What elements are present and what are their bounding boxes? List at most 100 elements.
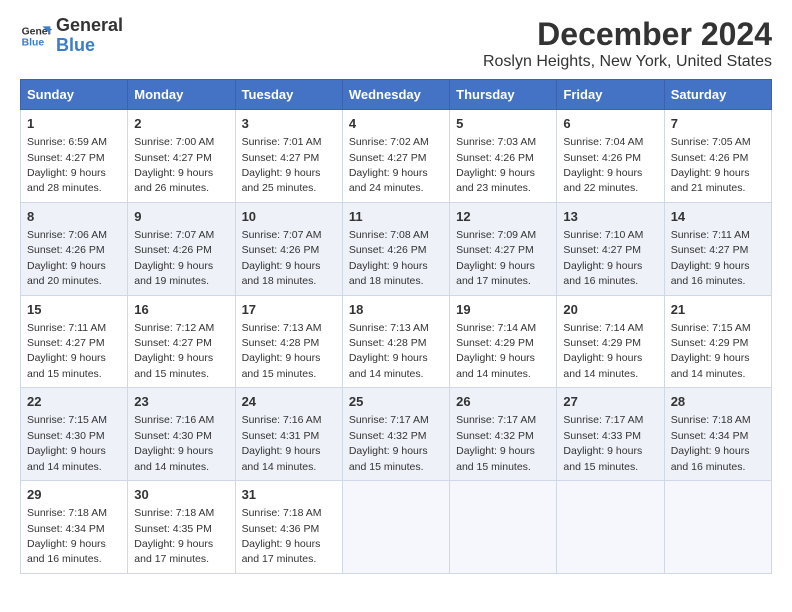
day-number: 1 [27, 115, 121, 133]
calendar-cell: 25 Sunrise: 7:17 AMSunset: 4:32 PMDayligh… [342, 388, 449, 481]
calendar-cell: 18 Sunrise: 7:13 AMSunset: 4:28 PMDayligh… [342, 295, 449, 388]
calendar-cell: 2 Sunrise: 7:00 AMSunset: 4:27 PMDaylight… [128, 110, 235, 203]
day-info: Sunrise: 7:17 AMSunset: 4:32 PMDaylight:… [349, 414, 429, 472]
header: General Blue General Blue December 2024 … [20, 16, 772, 71]
day-number: 26 [456, 393, 550, 411]
logo-icon: General Blue [20, 20, 52, 52]
day-info: Sunrise: 7:06 AMSunset: 4:26 PMDaylight:… [27, 229, 107, 287]
day-number: 22 [27, 393, 121, 411]
calendar-cell [557, 481, 664, 574]
day-info: Sunrise: 7:03 AMSunset: 4:26 PMDaylight:… [456, 136, 536, 194]
day-number: 2 [134, 115, 228, 133]
day-info: Sunrise: 7:13 AMSunset: 4:28 PMDaylight:… [242, 322, 322, 380]
calendar-cell [342, 481, 449, 574]
day-info: Sunrise: 7:17 AMSunset: 4:32 PMDaylight:… [456, 414, 536, 472]
calendar-table: SundayMondayTuesdayWednesdayThursdayFrid… [20, 79, 772, 574]
calendar-cell: 30Sunrise: 7:18 AMSunset: 4:35 PMDayligh… [128, 481, 235, 574]
day-number: 23 [134, 393, 228, 411]
calendar-cell: 13Sunrise: 7:10 AMSunset: 4:27 PMDayligh… [557, 202, 664, 295]
header-day-friday: Friday [557, 80, 664, 110]
day-info: Sunrise: 7:16 AMSunset: 4:30 PMDaylight:… [134, 414, 214, 472]
calendar-cell [664, 481, 771, 574]
day-number: 7 [671, 115, 765, 133]
day-number: 16 [134, 301, 228, 319]
calendar-cell: 12 Sunrise: 7:09 AMSunset: 4:27 PMDayligh… [450, 202, 557, 295]
calendar-cell: 29 Sunrise: 7:18 AMSunset: 4:34 PMDayligh… [21, 481, 128, 574]
day-info: Sunrise: 7:15 AMSunset: 4:29 PMDaylight:… [671, 322, 751, 380]
header-row: SundayMondayTuesdayWednesdayThursdayFrid… [21, 80, 772, 110]
calendar-cell: 27 Sunrise: 7:17 AMSunset: 4:33 PMDayligh… [557, 388, 664, 481]
day-info: Sunrise: 7:05 AMSunset: 4:26 PMDaylight:… [671, 136, 751, 194]
day-number: 8 [27, 208, 121, 226]
calendar-cell: 20Sunrise: 7:14 AMSunset: 4:29 PMDayligh… [557, 295, 664, 388]
week-row-1: 1 Sunrise: 6:59 AMSunset: 4:27 PMDaylight… [21, 110, 772, 203]
day-info: Sunrise: 7:18 AMSunset: 4:34 PMDaylight:… [671, 414, 751, 472]
day-number: 27 [563, 393, 657, 411]
calendar-cell [450, 481, 557, 574]
day-number: 11 [349, 208, 443, 226]
day-info: Sunrise: 7:14 AMSunset: 4:29 PMDaylight:… [456, 322, 536, 380]
calendar-cell: 26 Sunrise: 7:17 AMSunset: 4:32 PMDayligh… [450, 388, 557, 481]
calendar-cell: 11Sunrise: 7:08 AMSunset: 4:26 PMDayligh… [342, 202, 449, 295]
day-info: Sunrise: 7:14 AMSunset: 4:29 PMDaylight:… [563, 322, 643, 380]
calendar-cell: 31 Sunrise: 7:18 AMSunset: 4:36 PMDayligh… [235, 481, 342, 574]
calendar-cell: 23 Sunrise: 7:16 AMSunset: 4:30 PMDayligh… [128, 388, 235, 481]
week-row-3: 15 Sunrise: 7:11 AMSunset: 4:27 PMDayligh… [21, 295, 772, 388]
day-info: Sunrise: 6:59 AMSunset: 4:27 PMDaylight:… [27, 136, 107, 194]
day-info: Sunrise: 7:18 AMSunset: 4:34 PMDaylight:… [27, 507, 107, 565]
logo: General Blue General Blue [20, 16, 123, 56]
calendar-cell: 3Sunrise: 7:01 AMSunset: 4:27 PMDaylight… [235, 110, 342, 203]
day-info: Sunrise: 7:12 AMSunset: 4:27 PMDaylight:… [134, 322, 214, 380]
day-info: Sunrise: 7:07 AMSunset: 4:26 PMDaylight:… [242, 229, 322, 287]
day-number: 14 [671, 208, 765, 226]
calendar-cell: 4 Sunrise: 7:02 AMSunset: 4:27 PMDaylight… [342, 110, 449, 203]
header-day-thursday: Thursday [450, 80, 557, 110]
day-number: 17 [242, 301, 336, 319]
day-number: 19 [456, 301, 550, 319]
header-day-monday: Monday [128, 80, 235, 110]
day-info: Sunrise: 7:13 AMSunset: 4:28 PMDaylight:… [349, 322, 429, 380]
week-row-5: 29 Sunrise: 7:18 AMSunset: 4:34 PMDayligh… [21, 481, 772, 574]
day-info: Sunrise: 7:11 AMSunset: 4:27 PMDaylight:… [27, 322, 106, 380]
subtitle: Roslyn Heights, New York, United States [483, 53, 772, 71]
day-number: 15 [27, 301, 121, 319]
calendar-cell: 24 Sunrise: 7:16 AMSunset: 4:31 PMDayligh… [235, 388, 342, 481]
day-number: 24 [242, 393, 336, 411]
calendar-cell: 28 Sunrise: 7:18 AMSunset: 4:34 PMDayligh… [664, 388, 771, 481]
day-number: 25 [349, 393, 443, 411]
day-number: 4 [349, 115, 443, 133]
week-row-4: 22Sunrise: 7:15 AMSunset: 4:30 PMDayligh… [21, 388, 772, 481]
day-number: 10 [242, 208, 336, 226]
week-row-2: 8 Sunrise: 7:06 AMSunset: 4:26 PMDaylight… [21, 202, 772, 295]
calendar-cell: 21Sunrise: 7:15 AMSunset: 4:29 PMDayligh… [664, 295, 771, 388]
header-day-tuesday: Tuesday [235, 80, 342, 110]
day-number: 28 [671, 393, 765, 411]
day-number: 5 [456, 115, 550, 133]
day-number: 3 [242, 115, 336, 133]
day-number: 18 [349, 301, 443, 319]
day-number: 29 [27, 486, 121, 504]
calendar-cell: 15 Sunrise: 7:11 AMSunset: 4:27 PMDayligh… [21, 295, 128, 388]
header-day-wednesday: Wednesday [342, 80, 449, 110]
day-info: Sunrise: 7:00 AMSunset: 4:27 PMDaylight:… [134, 136, 214, 194]
title-area: December 2024 Roslyn Heights, New York, … [483, 16, 772, 71]
header-day-sunday: Sunday [21, 80, 128, 110]
day-info: Sunrise: 7:11 AMSunset: 4:27 PMDaylight:… [671, 229, 750, 287]
calendar-cell: 9Sunrise: 7:07 AMSunset: 4:26 PMDaylight… [128, 202, 235, 295]
day-number: 31 [242, 486, 336, 504]
day-info: Sunrise: 7:17 AMSunset: 4:33 PMDaylight:… [563, 414, 643, 472]
logo-text: General Blue [56, 16, 123, 56]
main-title: December 2024 [483, 16, 772, 53]
day-info: Sunrise: 7:18 AMSunset: 4:36 PMDaylight:… [242, 507, 322, 565]
day-number: 6 [563, 115, 657, 133]
calendar-header: SundayMondayTuesdayWednesdayThursdayFrid… [21, 80, 772, 110]
day-number: 30 [134, 486, 228, 504]
calendar-body: 1 Sunrise: 6:59 AMSunset: 4:27 PMDaylight… [21, 110, 772, 574]
day-info: Sunrise: 7:16 AMSunset: 4:31 PMDaylight:… [242, 414, 322, 472]
day-info: Sunrise: 7:02 AMSunset: 4:27 PMDaylight:… [349, 136, 429, 194]
calendar-cell: 19 Sunrise: 7:14 AMSunset: 4:29 PMDayligh… [450, 295, 557, 388]
day-number: 9 [134, 208, 228, 226]
day-info: Sunrise: 7:09 AMSunset: 4:27 PMDaylight:… [456, 229, 536, 287]
day-number: 12 [456, 208, 550, 226]
calendar-cell: 6Sunrise: 7:04 AMSunset: 4:26 PMDaylight… [557, 110, 664, 203]
